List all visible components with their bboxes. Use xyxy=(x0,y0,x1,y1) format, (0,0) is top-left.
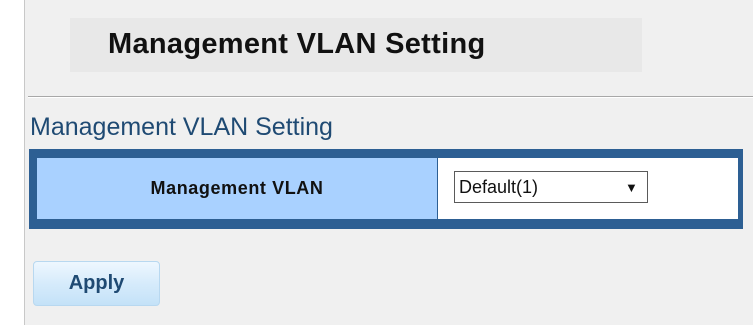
section-title: Management VLAN Setting xyxy=(30,113,333,141)
management-vlan-selected-value: Default(1) xyxy=(459,176,539,197)
management-vlan-select[interactable]: Default(1) ▼ xyxy=(454,171,648,203)
apply-button[interactable]: Apply xyxy=(33,261,160,306)
page-title: Management VLAN Setting xyxy=(108,28,486,60)
chevron-down-icon: ▼ xyxy=(625,179,638,195)
section-divider xyxy=(28,96,753,98)
management-vlan-label: Management VLAN xyxy=(37,158,438,219)
